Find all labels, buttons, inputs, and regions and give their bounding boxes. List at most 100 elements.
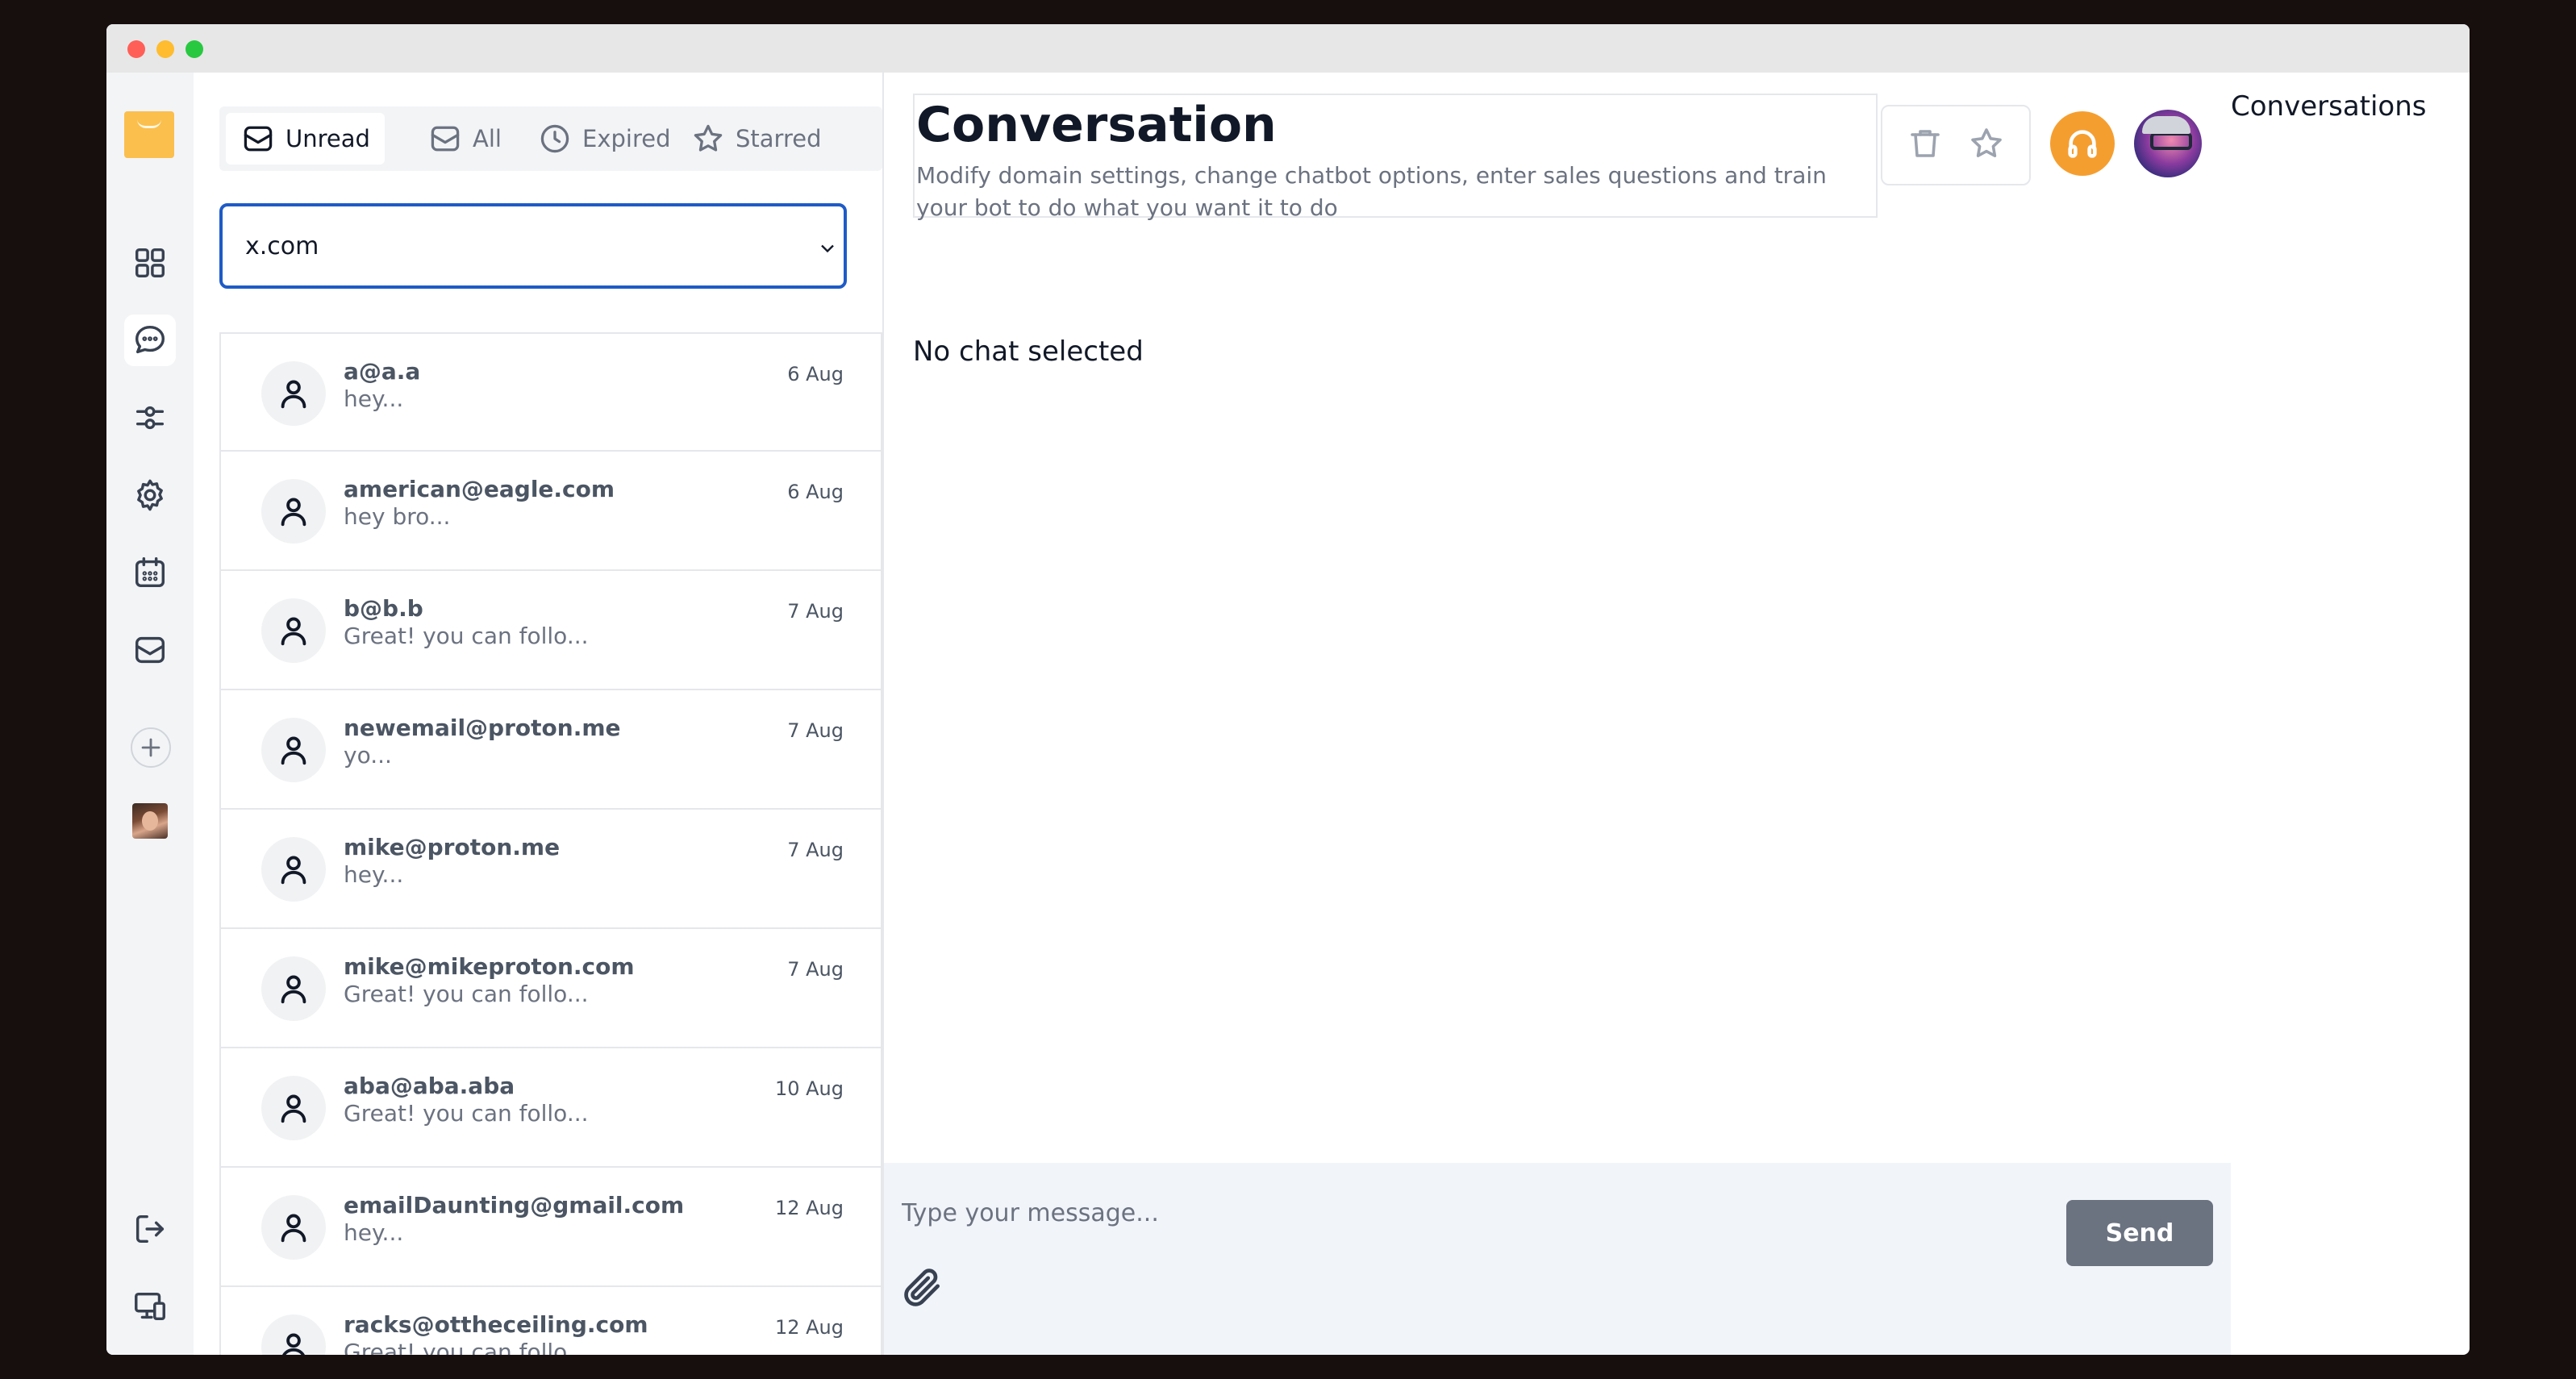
- user-icon: [281, 736, 306, 765]
- contact-avatar: [261, 1195, 326, 1260]
- sidebar-rail: [106, 73, 194, 1355]
- message-input[interactable]: [902, 1195, 2031, 1231]
- user-icon: [281, 856, 306, 885]
- close-window-button[interactable]: [127, 40, 145, 58]
- conversation-email: racks@ottheceiling.com: [344, 1311, 648, 1338]
- tab-label: Starred: [736, 125, 822, 152]
- conversation-email: american@eagle.com: [344, 476, 615, 502]
- tab-expired[interactable]: Expired: [523, 113, 686, 165]
- sliders-icon: [135, 406, 165, 430]
- sidebar-item-settings[interactable]: [124, 469, 176, 521]
- chat-bubble-icon: [135, 325, 165, 354]
- contact-avatar: [261, 718, 326, 782]
- filter-tabs: Unread All Expired Starred: [219, 106, 882, 171]
- sidebar-item-logout[interactable]: [124, 1203, 176, 1255]
- clock-icon: [540, 124, 569, 153]
- support-button[interactable]: [2050, 111, 2115, 176]
- logout-icon: [135, 1214, 165, 1244]
- add-domain-button[interactable]: [131, 727, 171, 768]
- conversation-email: mike@proton.me: [344, 834, 561, 860]
- page-header: Conversation Modify domain settings, cha…: [913, 94, 1878, 221]
- conversation-date: 7 Aug: [787, 600, 844, 623]
- conversation-email: a@a.a: [344, 358, 421, 385]
- conversation-item[interactable]: mike@mikeproton.com Great! you can follo.…: [219, 929, 882, 1048]
- contact-avatar: [261, 361, 326, 426]
- sidebar-item-conversations[interactable]: [124, 315, 176, 366]
- conversation-item[interactable]: aba@aba.aba Great! you can follo... 10 Aug: [219, 1048, 882, 1168]
- right-panel-title: Conversations: [2231, 90, 2427, 123]
- sidebar-item-dashboard[interactable]: [124, 237, 176, 289]
- conversation-item[interactable]: a@a.a hey... 6 Aug: [219, 332, 882, 452]
- mail-icon: [135, 636, 165, 664]
- contact-avatar: [261, 1076, 326, 1140]
- conversation-snippet: hey bro...: [344, 503, 451, 530]
- contact-avatar: [261, 956, 326, 1021]
- chevron-down-icon: [821, 244, 834, 253]
- tab-starred[interactable]: Starred: [676, 113, 836, 165]
- domain-select-value: x.com: [245, 231, 319, 260]
- sidebar-item-settings-sliders[interactable]: [124, 392, 176, 444]
- sidebar-item-inbox[interactable]: [124, 624, 176, 676]
- paperclip-icon: [904, 1269, 940, 1306]
- conversation-item[interactable]: b@b.b Great! you can follo... 7 Aug: [219, 571, 882, 690]
- conversation-main-panel: Conversation Modify domain settings, cha…: [882, 73, 2237, 1355]
- sidebar-item-calendar[interactable]: [124, 547, 176, 598]
- mail-icon: [431, 126, 460, 152]
- sidebar-item-devices[interactable]: [124, 1281, 176, 1332]
- contact-avatar: [261, 837, 326, 902]
- conversation-snippet: Great! you can follo...: [344, 1339, 589, 1355]
- tab-label: Unread: [286, 125, 370, 152]
- tab-unread[interactable]: Unread: [226, 113, 385, 165]
- user-avatar[interactable]: [2134, 110, 2202, 177]
- attach-file-button[interactable]: [900, 1264, 945, 1310]
- tab-label: Expired: [582, 125, 671, 152]
- conversation-snippet: yo...: [344, 742, 392, 769]
- dashboard-grid-icon: [135, 248, 165, 278]
- conversation-item[interactable]: newemail@proton.me yo... 7 Aug: [219, 690, 882, 810]
- page-subtitle: Modify domain settings, change chatbot o…: [916, 162, 1827, 221]
- user-icon: [281, 617, 306, 646]
- conversation-date: 10 Aug: [774, 1077, 844, 1100]
- conversation-snippet: hey...: [344, 1219, 404, 1246]
- conversation-date: 12 Aug: [774, 1197, 844, 1219]
- mail-icon: [244, 126, 273, 152]
- domain-avatar[interactable]: [132, 803, 168, 839]
- conversation-date: 12 Aug: [774, 1316, 844, 1339]
- conversation-item[interactable]: racks@ottheceiling.com Great! you can fol…: [219, 1287, 882, 1355]
- headphones-icon: [2068, 130, 2097, 158]
- user-icon: [282, 1333, 305, 1355]
- star-button[interactable]: [1967, 124, 2006, 166]
- user-icon: [281, 380, 306, 409]
- star-icon: [694, 124, 723, 152]
- app-logo[interactable]: [124, 111, 174, 158]
- domain-select[interactable]: x.com: [219, 203, 847, 289]
- conversation-date: 7 Aug: [787, 719, 844, 742]
- conversation-actions: [1881, 105, 2031, 185]
- conversation-item[interactable]: emailDaunting@gmail.com hey... 12 Aug: [219, 1168, 882, 1287]
- app-window: Unread All Expired Starred x.com a@a.a he…: [106, 24, 2470, 1355]
- tab-all[interactable]: All: [413, 113, 516, 165]
- conversation-item[interactable]: mike@proton.me hey... 7 Aug: [219, 810, 882, 929]
- user-icon: [281, 498, 306, 527]
- delete-button[interactable]: [1906, 124, 1945, 166]
- empty-chat-message: No chat selected: [913, 335, 1144, 368]
- conversation-item[interactable]: american@eagle.com hey bro... 6 Aug: [219, 452, 882, 571]
- conversation-email: b@b.b: [344, 595, 423, 622]
- conversation-list-panel: Unread All Expired Starred x.com a@a.a he…: [219, 73, 882, 1355]
- conversation-snippet: Great! you can follo...: [344, 623, 589, 649]
- conversation-email: aba@aba.aba: [344, 1073, 515, 1099]
- conversation-date: 6 Aug: [787, 481, 844, 503]
- conversation-snippet: Great! you can follo...: [344, 981, 589, 1007]
- user-icon: [281, 1214, 306, 1243]
- conversation-snippet: Great! you can follo...: [344, 1100, 589, 1127]
- maximize-window-button[interactable]: [185, 40, 203, 58]
- star-icon: [1971, 128, 2003, 157]
- conversation-email: newemail@proton.me: [344, 714, 621, 741]
- conversation-snippet: hey...: [344, 861, 404, 888]
- tab-label: All: [473, 125, 502, 152]
- send-button[interactable]: Send: [2066, 1200, 2213, 1266]
- user-icon: [281, 1094, 306, 1123]
- conversation-date: 7 Aug: [787, 958, 844, 981]
- devices-icon: [135, 1292, 165, 1321]
- minimize-window-button[interactable]: [156, 40, 174, 58]
